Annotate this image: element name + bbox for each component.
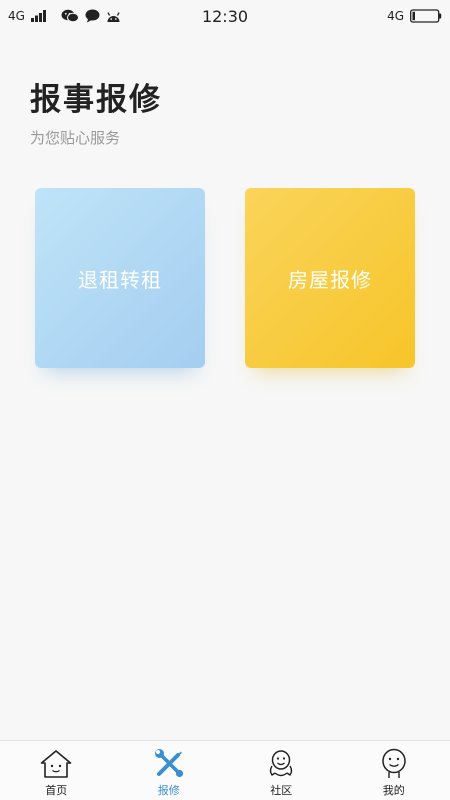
bottom-tab-bar: 首页 报修 社区 我的 xyxy=(0,740,450,800)
tab-community[interactable]: 社区 xyxy=(225,741,338,800)
house-repair-card-label: 房屋报修 xyxy=(288,267,372,292)
smiley-face-icon xyxy=(377,747,411,781)
status-left: 4G xyxy=(8,9,121,23)
tab-home[interactable]: 首页 xyxy=(0,741,113,800)
message-bubble-icon xyxy=(85,9,100,23)
tab-repair[interactable]: 报修 xyxy=(113,741,226,800)
rent-transfer-card-label: 退租转租 xyxy=(78,267,162,292)
status-right: 4G xyxy=(387,9,442,23)
tab-home-label: 首页 xyxy=(45,784,68,797)
page-title: 报事报修 xyxy=(30,82,162,118)
house-face-icon xyxy=(39,747,73,781)
wrench-screwdriver-icon xyxy=(152,747,186,781)
tab-community-label: 社区 xyxy=(270,784,293,797)
tab-mine[interactable]: 我的 xyxy=(338,741,450,800)
house-repair-card[interactable]: 房屋报修 xyxy=(245,188,415,368)
network-type-right: 4G xyxy=(387,9,404,23)
battery-icon xyxy=(410,9,442,23)
tab-repair-label: 报修 xyxy=(157,784,180,797)
tab-mine-label: 我的 xyxy=(382,784,405,797)
signal-icon xyxy=(30,10,47,22)
smiley-hands-icon xyxy=(264,747,298,781)
android-icon xyxy=(106,10,121,23)
status-bar: 4G 12:30 4G xyxy=(0,0,450,32)
rent-transfer-card[interactable]: 退租转租 xyxy=(35,188,205,368)
page-subtitle: 为您贴心服务 xyxy=(30,129,121,147)
wechat-icon xyxy=(61,9,79,23)
network-type-left: 4G xyxy=(8,9,25,23)
